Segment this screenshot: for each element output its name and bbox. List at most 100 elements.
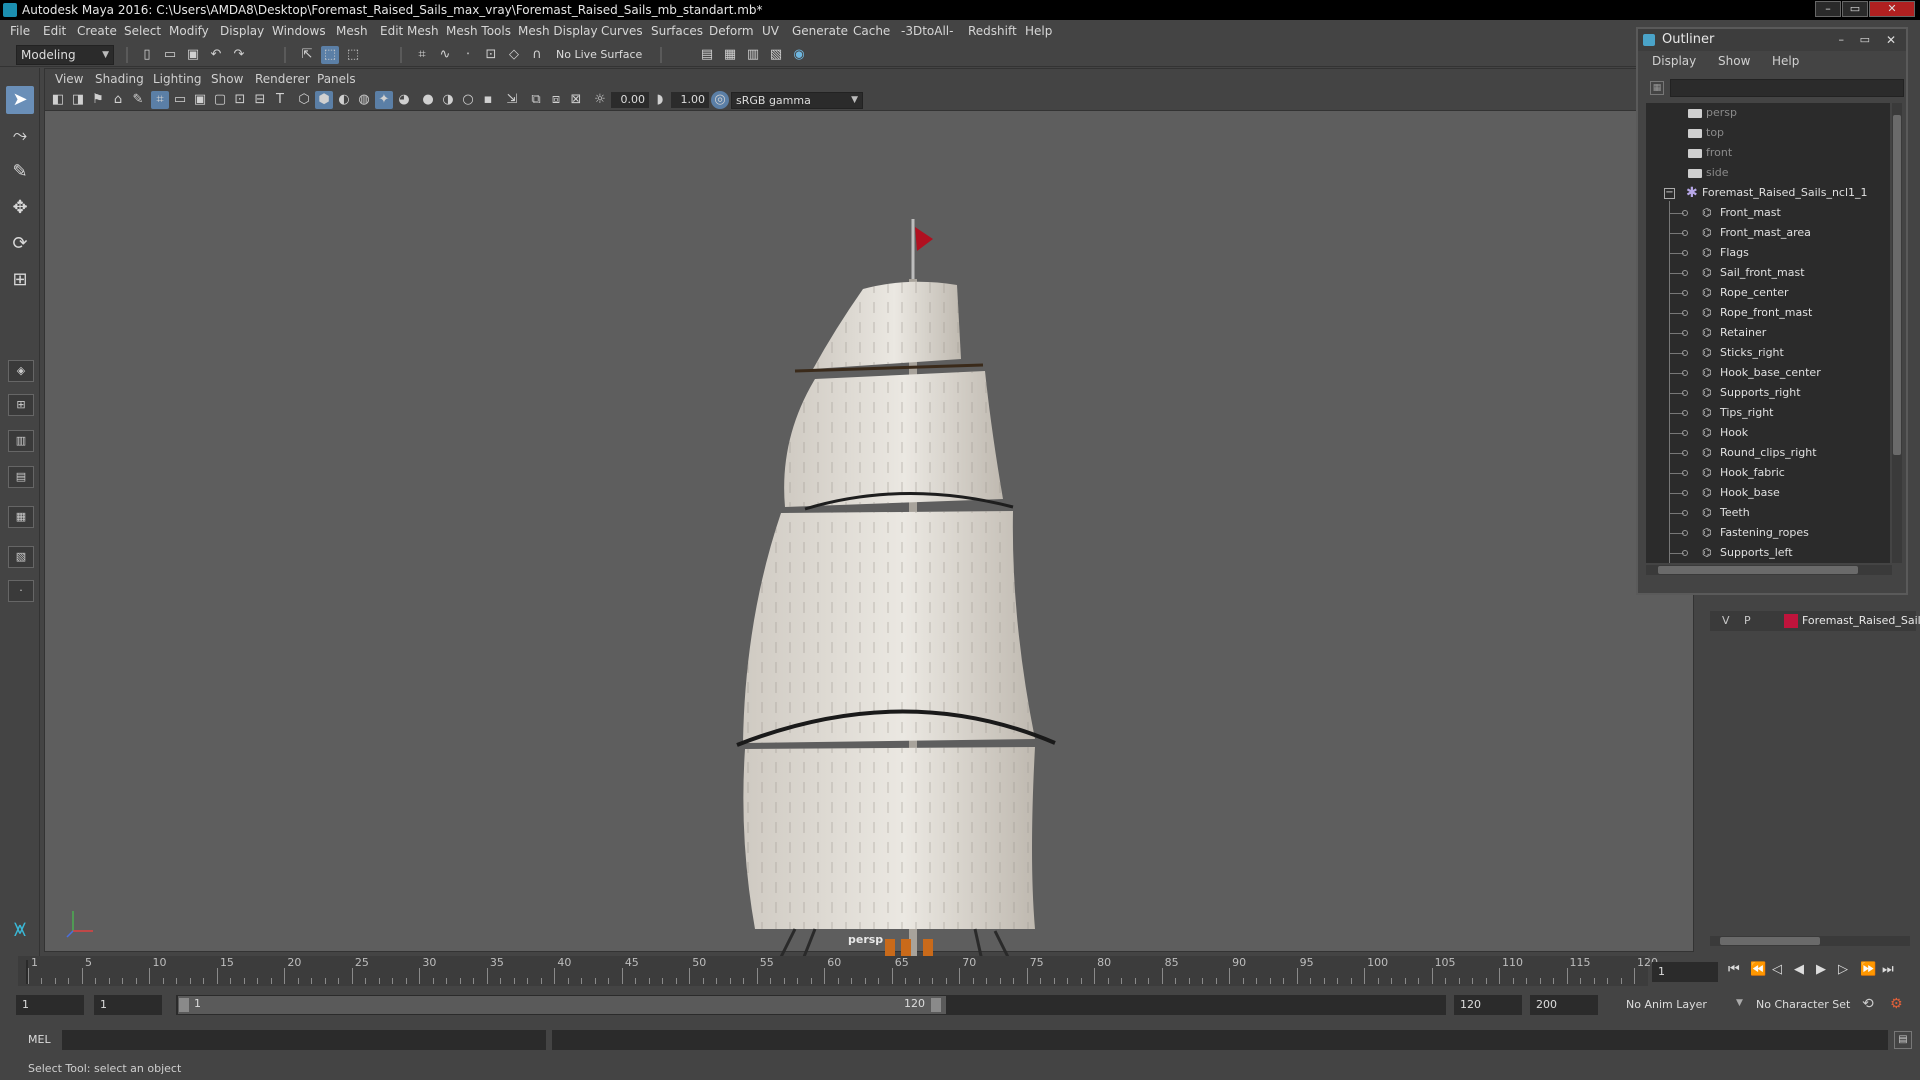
menu-select[interactable]: Select: [124, 24, 161, 38]
outliner-horizontal-scrollbar[interactable]: [1646, 565, 1892, 575]
move-tool-icon[interactable]: ✥: [6, 194, 34, 222]
script-editor-icon[interactable]: ▤: [1894, 1031, 1912, 1049]
outliner-row-persp[interactable]: persp: [1646, 103, 1890, 123]
single-perspective-layout-icon[interactable]: ◈: [8, 360, 34, 382]
expand-dot-icon[interactable]: [1682, 250, 1688, 256]
command-language-toggle[interactable]: MEL: [28, 1033, 51, 1046]
expand-dot-icon[interactable]: [1682, 390, 1688, 396]
render-view-icon[interactable]: ▧: [767, 46, 785, 64]
exposure-icon[interactable]: ☼: [591, 91, 609, 109]
expand-dot-icon[interactable]: [1682, 470, 1688, 476]
outliner-row-mesh[interactable]: ⌬ Sticks_right: [1646, 343, 1890, 363]
outliner-row-mesh[interactable]: ⌬ Rope_front_mast: [1646, 303, 1890, 323]
menu-generate[interactable]: Generate: [792, 24, 848, 38]
render-frame-icon[interactable]: ▦: [721, 46, 739, 64]
depth-of-field-icon[interactable]: ▪: [479, 91, 497, 109]
outliner-row-side[interactable]: side: [1646, 163, 1890, 183]
custom-layout-icon[interactable]: ·: [8, 580, 34, 602]
expand-dot-icon[interactable]: [1682, 550, 1688, 556]
outliner-row-mesh[interactable]: ⌬ Fastening_ropes: [1646, 523, 1890, 543]
range-slider[interactable]: 1 120: [176, 995, 1446, 1015]
outliner-row-mesh[interactable]: ⌬ Hook_base_center: [1646, 363, 1890, 383]
foremast-sails-model[interactable]: [685, 139, 1065, 979]
persp-outliner-layout-icon[interactable]: ▥: [8, 430, 34, 452]
panel-menu-show[interactable]: Show: [211, 72, 243, 86]
snap-view-icon[interactable]: ⊡: [482, 46, 500, 64]
time-slider[interactable]: 1 5 10 15 20 25 30 35 40 45 50 55 60 65 70 75 80 85 90 95 10…: [18, 956, 1658, 986]
snap-curve-icon[interactable]: ∿: [436, 46, 454, 64]
panel-menu-lighting[interactable]: Lighting: [153, 72, 202, 86]
go-to-end-icon[interactable]: ⏭: [1882, 962, 1894, 977]
anim-layer-dropdown[interactable]: No Anim Layer: [1608, 995, 1738, 1015]
hypershade-layout-icon[interactable]: ▦: [8, 506, 34, 528]
step-back-frame-icon[interactable]: ◁: [1772, 962, 1782, 977]
outliner-menu-help[interactable]: Help: [1772, 54, 1799, 68]
start-time-field[interactable]: 1: [16, 995, 84, 1015]
layer-horizontal-scrollbar[interactable]: [1710, 936, 1910, 946]
menu-3dtoall[interactable]: -3DtoAll-: [901, 24, 953, 38]
display-layer-row[interactable]: V P Foremast_Raised_Sails: [1710, 611, 1920, 631]
expand-dot-icon[interactable]: [1682, 350, 1688, 356]
chevron-down-icon[interactable]: ▼: [1736, 998, 1743, 1008]
select-hierarchy-icon[interactable]: ⇱: [298, 46, 316, 64]
outliner-row-mesh[interactable]: ⌬ Flags: [1646, 243, 1890, 263]
outliner-row-mesh[interactable]: ⌬ Tips_right: [1646, 403, 1890, 423]
menu-deform[interactable]: Deform: [709, 24, 754, 38]
xray-components-icon[interactable]: ⊠: [567, 91, 585, 109]
persp-graph-layout-icon[interactable]: ▤: [8, 466, 34, 488]
end-time-field[interactable]: 200: [1530, 995, 1598, 1015]
minimize-icon[interactable]: –: [1839, 29, 1845, 51]
layer-playback-toggle[interactable]: P: [1744, 614, 1751, 627]
character-set-dropdown[interactable]: No Character Set: [1748, 995, 1868, 1015]
play-forward-icon[interactable]: ▶: [1816, 962, 1826, 977]
undo-icon[interactable]: ↶: [207, 46, 225, 64]
outliner-row-mesh[interactable]: ⌬ Hook_fabric: [1646, 463, 1890, 483]
maximize-icon[interactable]: ▭: [1842, 1, 1868, 17]
exposure-field[interactable]: 0.00: [611, 92, 649, 108]
expand-dot-icon[interactable]: [1682, 290, 1688, 296]
expand-dot-icon[interactable]: [1682, 330, 1688, 336]
color-management-icon[interactable]: ◎: [711, 91, 729, 109]
ambient-occlusion-icon[interactable]: ●: [419, 91, 437, 109]
outliner-menu-show[interactable]: Show: [1718, 54, 1750, 68]
range-start-handle[interactable]: [179, 998, 189, 1012]
expand-dot-icon[interactable]: [1682, 230, 1688, 236]
camera-attr-icon[interactable]: ◨: [69, 91, 87, 109]
layer-color-swatch[interactable]: [1784, 614, 1798, 628]
expand-dot-icon[interactable]: [1682, 450, 1688, 456]
auto-key-icon[interactable]: ⟲: [1862, 996, 1874, 1012]
panel-menu-view[interactable]: View: [55, 72, 83, 86]
close-icon[interactable]: ✕: [1869, 1, 1915, 17]
save-scene-icon[interactable]: ▣: [184, 46, 202, 64]
filter-icon[interactable]: ▦: [1650, 81, 1664, 95]
redo-icon[interactable]: ↷: [230, 46, 248, 64]
menu-modify[interactable]: Modify: [169, 24, 209, 38]
expand-dot-icon[interactable]: [1682, 530, 1688, 536]
expand-dot-icon[interactable]: [1682, 430, 1688, 436]
ipr-render-icon[interactable]: ▥: [744, 46, 762, 64]
menu-edit[interactable]: Edit: [43, 24, 66, 38]
select-object-icon[interactable]: ⬚: [321, 46, 339, 64]
xray-joints-icon[interactable]: ⧈: [547, 91, 565, 109]
anti-aliasing-icon[interactable]: ○: [459, 91, 477, 109]
outliner-row-front[interactable]: front: [1646, 143, 1890, 163]
play-backward-icon[interactable]: ◀: [1794, 962, 1804, 977]
menu-cache[interactable]: Cache: [853, 24, 890, 38]
menu-create[interactable]: Create: [77, 24, 117, 38]
menu-mesh[interactable]: Mesh: [336, 24, 368, 38]
outliner-row-top[interactable]: top: [1646, 123, 1890, 143]
menu-mesh-tools[interactable]: Mesh Tools: [446, 24, 511, 38]
outliner-row-mesh[interactable]: ⌬ Supports_right: [1646, 383, 1890, 403]
expand-dot-icon[interactable]: [1682, 370, 1688, 376]
panel-menu-panels[interactable]: Panels: [317, 72, 356, 86]
grease-pencil-icon[interactable]: ✎: [129, 91, 147, 109]
menu-redshift[interactable]: Redshift: [968, 24, 1017, 38]
outliner-row-mesh[interactable]: ⌬ Hook: [1646, 423, 1890, 443]
outliner-row-mesh[interactable]: ⌬ Round_clips_right: [1646, 443, 1890, 463]
use-all-lights-icon[interactable]: ✦: [375, 91, 393, 109]
panel-menu-shading[interactable]: Shading: [95, 72, 144, 86]
outliner-row-mesh[interactable]: ⌬ Retainer: [1646, 323, 1890, 343]
menu-uv[interactable]: UV: [762, 24, 779, 38]
menu-file[interactable]: File: [10, 24, 30, 38]
four-view-layout-icon[interactable]: ⊞: [8, 394, 34, 416]
